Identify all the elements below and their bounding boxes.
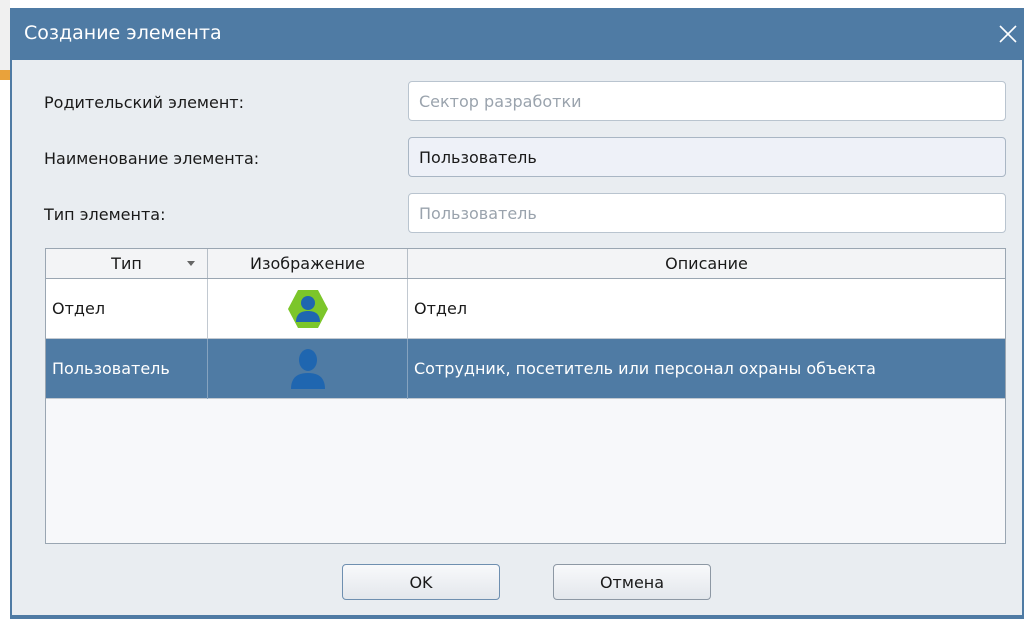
cancel-button[interactable]: Отмена bbox=[553, 564, 711, 600]
row-type-cell: Отдел bbox=[46, 279, 208, 339]
row-image-cell bbox=[208, 339, 408, 399]
row-description-cell: Сотрудник, посетитель или персонал охран… bbox=[414, 359, 876, 378]
row-description-cell: Отдел bbox=[414, 299, 468, 318]
column-header-image[interactable]: Изображение bbox=[208, 249, 408, 278]
column-header-description[interactable]: Описание bbox=[408, 249, 1005, 278]
row-type-cell: Пользователь bbox=[46, 339, 208, 399]
sort-arrow-icon bbox=[187, 261, 195, 266]
element-name-field[interactable] bbox=[408, 137, 1006, 177]
table-header: Тип Изображение Описание bbox=[46, 249, 1005, 279]
dialog-title: Создание элемента bbox=[24, 22, 222, 44]
background-window-edge bbox=[0, 0, 10, 619]
element-type-table[interactable]: Тип Изображение Описание Отдел Отдел Пол… bbox=[45, 248, 1006, 544]
dialog-body: Родительский элемент: Наименование элеме… bbox=[12, 60, 1022, 615]
element-type-field[interactable] bbox=[408, 193, 1006, 233]
column-header-type[interactable]: Тип bbox=[46, 249, 208, 278]
parent-element-label: Родительский элемент: bbox=[44, 93, 244, 112]
user-icon bbox=[290, 349, 325, 389]
ok-button[interactable]: OK bbox=[342, 564, 500, 600]
parent-element-field[interactable] bbox=[408, 81, 1006, 121]
dialog-titlebar: Создание элемента bbox=[10, 8, 1024, 60]
element-name-label: Наименование элемента: bbox=[44, 149, 260, 168]
table-row-selected[interactable]: Пользователь Сотрудник, посетитель или п… bbox=[46, 339, 1005, 399]
department-icon bbox=[287, 290, 328, 328]
close-icon bbox=[999, 25, 1017, 43]
close-button[interactable] bbox=[994, 20, 1022, 48]
create-element-dialog: Создание элемента Родительский элемент: … bbox=[10, 8, 1024, 619]
element-type-label: Тип элемента: bbox=[44, 205, 166, 224]
row-image-cell bbox=[208, 279, 408, 339]
table-row[interactable]: Отдел Отдел bbox=[46, 279, 1005, 339]
column-header-type-label: Тип bbox=[111, 254, 142, 273]
